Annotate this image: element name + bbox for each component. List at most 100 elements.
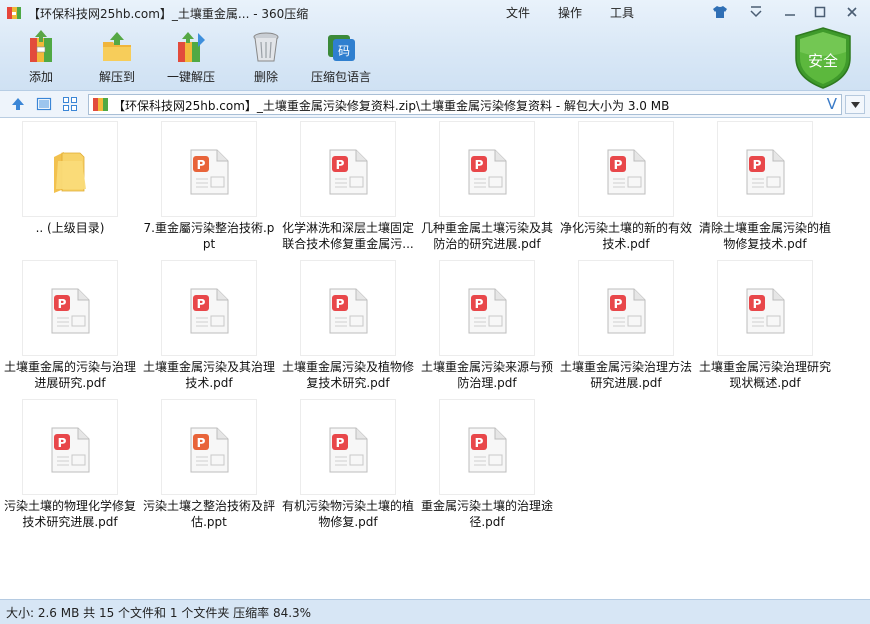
app-icon	[7, 7, 21, 19]
svg-text:码: 码	[338, 44, 350, 58]
file-name: .. (上级目录)	[35, 221, 105, 235]
address-bar[interactable]: 【环保科技网25hb.com】_土壤重金属污染修复资料.zip\土壤重金属污染修…	[88, 94, 842, 115]
svg-text:P: P	[475, 436, 484, 450]
ppt-file-icon: P	[189, 427, 229, 473]
thumbnail-frame: P	[439, 260, 535, 356]
file-name: 污染土壤的物理化学修复技术研究进展.pdf	[3, 499, 136, 529]
menu-operation[interactable]: 操作	[558, 4, 582, 21]
window-title: 【环保科技网25hb.com】_土壤重金属... - 360压缩	[28, 7, 309, 21]
parent-folder-item[interactable]: .. (上级目录)	[0, 118, 140, 256]
file-grid: .. (上级目录) P 7.重金屬污染整治技術.ppt P 化学淋洗和深层土壤固定联合技…	[0, 118, 870, 599]
delete-button[interactable]: 删除	[231, 30, 301, 86]
svg-text:P: P	[336, 158, 345, 172]
thumbnail-frame: P	[22, 260, 118, 356]
thumbnail-frame: P	[439, 399, 535, 495]
archive-language-button[interactable]: 码 压缩包语言	[306, 30, 376, 86]
svg-text:P: P	[197, 297, 206, 311]
shirt-icon[interactable]	[710, 3, 730, 21]
thumbnail-frame: P	[22, 399, 118, 495]
thumbnail-frame: P	[161, 121, 257, 217]
extract-to-button[interactable]: 解压到	[82, 30, 152, 86]
archive-language-label: 压缩包语言	[310, 70, 371, 84]
folder-icon	[54, 152, 86, 193]
svg-text:P: P	[753, 297, 762, 311]
address-dropdown-button[interactable]	[845, 95, 865, 114]
pdf-file-icon: P	[745, 288, 785, 334]
thumbnail-frame: P	[300, 121, 396, 217]
delete-label: 删除	[253, 70, 278, 84]
add-button[interactable]: 添加	[6, 30, 76, 86]
file-name: 7.重金屬污染整治技術.ppt	[143, 221, 275, 251]
one-click-extract-button[interactable]: 一键解压	[156, 30, 226, 86]
file-name: 土壤重金属污染治理研究现状概述.pdf	[698, 360, 831, 390]
svg-text:P: P	[753, 158, 762, 172]
file-name: 土壤重金属污染来源与预防治理.pdf	[420, 360, 553, 390]
thumbnail-frame	[22, 121, 118, 217]
file-name: 净化污染土壤的新的有效技术.pdf	[559, 221, 692, 251]
top-bar: 【环保科技网25hb.com】_土壤重金属... - 360压缩 文件 操作 工…	[0, 0, 870, 91]
archive-icon	[93, 98, 108, 111]
menu-file[interactable]: 文件	[506, 4, 530, 21]
file-item[interactable]: P 土壤重金属污染治理研究现状概述.pdf	[695, 257, 835, 395]
file-item[interactable]: P 土壤重金属污染及植物修复技术研究.pdf	[278, 257, 418, 395]
pdf-file-icon: P	[467, 427, 507, 473]
pdf-file-icon: P	[745, 149, 785, 195]
security-shield-icon[interactable]: 安全	[792, 26, 854, 90]
thumbnail-frame: P	[161, 260, 257, 356]
file-item[interactable]: P 清除土壤重金属污染的植物修复技术.pdf	[695, 118, 835, 256]
menu-tools[interactable]: 工具	[610, 4, 634, 21]
file-name: 土壤重金属污染治理方法研究进展.pdf	[559, 360, 692, 390]
file-name: 污染土壤之整治技術及評估.ppt	[142, 499, 275, 529]
up-arrow-icon[interactable]	[10, 96, 26, 112]
thumbnail-frame: P	[717, 121, 813, 217]
address-v-icon[interactable]: V	[827, 95, 837, 113]
file-item[interactable]: P 污染土壤之整治技術及評估.ppt	[139, 396, 279, 534]
thumbnail-view-icon[interactable]	[62, 96, 78, 112]
pdf-file-icon: P	[467, 149, 507, 195]
menu-icon[interactable]	[746, 3, 766, 21]
chevron-down-icon	[850, 101, 860, 108]
file-name: 清除土壤重金属污染的植物修复技术.pdf	[698, 221, 831, 251]
pdf-file-icon: P	[328, 149, 368, 195]
svg-text:P: P	[475, 158, 484, 172]
file-item[interactable]: P 污染土壤的物理化学修复技术研究进展.pdf	[0, 396, 140, 534]
file-item[interactable]: P 土壤重金属的污染与治理进展研究.pdf	[0, 257, 140, 395]
file-item[interactable]: P 7.重金屬污染整治技術.ppt	[139, 118, 279, 256]
file-name: 几种重金属土壤污染及其防治的研究进展.pdf	[420, 221, 553, 251]
file-item[interactable]: P 净化污染土壤的新的有效技术.pdf	[556, 118, 696, 256]
maximize-icon[interactable]	[810, 3, 830, 21]
title-bar: 【环保科技网25hb.com】_土壤重金属... - 360压缩 文件 操作 工…	[0, 0, 870, 26]
file-item[interactable]: P 土壤重金属污染及其治理技术.pdf	[139, 257, 279, 395]
svg-text:P: P	[475, 297, 484, 311]
file-item[interactable]: P 有机污染物污染土壤的植物修复.pdf	[278, 396, 418, 534]
svg-text:P: P	[197, 436, 206, 450]
svg-text:P: P	[614, 158, 623, 172]
one-click-extract-label: 一键解压	[166, 70, 215, 84]
pdf-file-icon: P	[189, 288, 229, 334]
pdf-file-icon: P	[606, 288, 646, 334]
address-path: 【环保科技网25hb.com】_土壤重金属污染修复资料.zip\土壤重金属污染修…	[113, 99, 670, 113]
file-name: 土壤重金属污染及植物修复技术研究.pdf	[281, 360, 414, 390]
extract-to-label: 解压到	[98, 70, 135, 84]
file-item[interactable]: P 几种重金属土壤污染及其防治的研究进展.pdf	[417, 118, 557, 256]
svg-text:P: P	[58, 297, 67, 311]
file-item[interactable]: P 化学淋洗和深层土壤固定联合技术修复重金属污...	[278, 118, 418, 256]
file-name: 化学淋洗和深层土壤固定联合技术修复重金属污...	[281, 221, 414, 251]
thumbnail-frame: P	[578, 121, 674, 217]
thumbnail-frame: P	[439, 121, 535, 217]
extract-to-icon	[103, 32, 131, 61]
pdf-file-icon: P	[328, 427, 368, 473]
file-item[interactable]: P 土壤重金属污染来源与预防治理.pdf	[417, 257, 557, 395]
details-view-icon[interactable]	[36, 96, 52, 112]
close-icon[interactable]	[842, 3, 862, 21]
pdf-file-icon: P	[50, 427, 90, 473]
file-name: 土壤重金属污染及其治理技术.pdf	[142, 360, 275, 390]
one-click-extract-icon	[178, 32, 205, 62]
file-item[interactable]: P 重金属污染土壤的治理途径.pdf	[417, 396, 557, 534]
svg-text:P: P	[336, 297, 345, 311]
file-item[interactable]: P 土壤重金属污染治理方法研究进展.pdf	[556, 257, 696, 395]
minimize-icon[interactable]	[780, 3, 800, 21]
svg-text:P: P	[197, 158, 206, 172]
delete-icon	[253, 32, 279, 62]
pdf-file-icon: P	[467, 288, 507, 334]
